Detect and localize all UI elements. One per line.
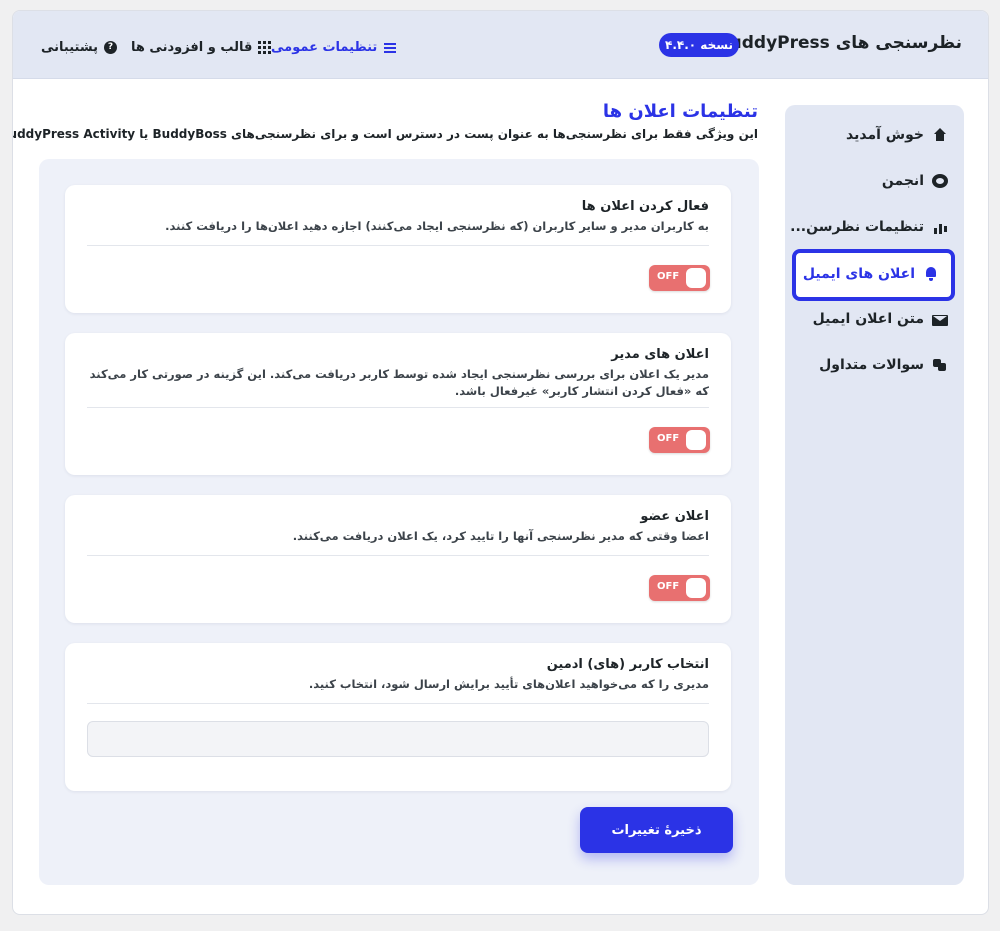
top-bar: نظرسنجی های BuddyPress نسخه ۴.۴.۰ تنظیما…: [13, 11, 988, 79]
sidebar-item-email-text[interactable]: متن اعلان ایمیل: [813, 308, 948, 330]
admin-users-select[interactable]: [87, 721, 709, 757]
sliders-icon: [383, 40, 397, 54]
divider: [87, 703, 709, 704]
card-title: اعلان های مدیر: [611, 347, 709, 362]
sidebar-item-label: انجمن: [881, 173, 924, 189]
toggle-knob: [686, 578, 706, 598]
nav-themes-addons-label: قالب و افزودنی ها: [131, 39, 253, 55]
sidebar: خوش آمدید انجمن تنظیمات نظرسن... اعلان ه…: [785, 105, 964, 885]
sidebar-item-email-notifications[interactable]: اعلان های ایمیل: [792, 249, 955, 301]
faq-icon: [932, 357, 948, 373]
card-description: مدیری را که می‌خواهید اعلان‌های تأیید بر…: [308, 677, 709, 691]
divider: [87, 245, 709, 246]
toggle-knob: [686, 430, 706, 450]
divider: [87, 407, 709, 408]
app-window: نظرسنجی های BuddyPress نسخه ۴.۴.۰ تنظیما…: [12, 10, 989, 915]
plugin-title: نظرسنجی های BuddyPress: [716, 33, 962, 53]
toggle-state-label: OFF: [657, 271, 680, 282]
sidebar-item-poll-settings[interactable]: تنظیمات نظرسن...: [790, 216, 948, 238]
enable-notifications-toggle[interactable]: OFF: [649, 265, 710, 291]
divider: [87, 555, 709, 556]
card-title: فعال کردن اعلان ها: [581, 199, 709, 214]
help-icon: ?: [103, 40, 117, 54]
nav-support[interactable]: ? پشتیبانی: [41, 37, 117, 57]
sidebar-item-label: تنظیمات نظرسن...: [790, 219, 924, 235]
page-description: این ویژگی فقط برای نظرسنجی‌ها به عنوان پ…: [13, 127, 758, 141]
settings-panel: فعال کردن اعلان ها به کاربران مدیر و سای…: [39, 159, 759, 885]
page-title: تنظیمات اعلان ها: [602, 101, 758, 122]
card-description: اعضا وقتی که مدیر نظرسنجی آنها را تایید …: [292, 529, 709, 543]
card-title: اعلان عضو: [640, 509, 709, 524]
sidebar-item-email-notifications-inner: اعلان های ایمیل: [803, 263, 939, 285]
card-enable-notifications: فعال کردن اعلان ها به کاربران مدیر و سای…: [65, 185, 731, 313]
nav-general-settings-label: تنظیمات عمومی: [271, 39, 378, 55]
nav-support-label: پشتیبانی: [41, 39, 98, 55]
sidebar-item-label: اعلان های ایمیل: [802, 266, 915, 282]
nav-themes-addons[interactable]: قالب و افزودنی ها: [131, 37, 272, 57]
card-member-notifications: اعلان عضو اعضا وقتی که مدیر نظرسنجی آنها…: [65, 495, 731, 623]
sidebar-item-label: خوش آمدید: [846, 127, 924, 143]
home-icon: [932, 127, 948, 143]
admin-notifications-toggle[interactable]: OFF: [649, 427, 710, 453]
sidebar-item-label: سوالات متداول: [819, 357, 924, 373]
mail-icon: [932, 314, 948, 326]
bell-icon: [923, 266, 939, 282]
chart-icon: [932, 219, 948, 235]
grid-icon: [258, 40, 272, 54]
member-notifications-toggle[interactable]: OFF: [649, 575, 710, 601]
card-admin-notifications: اعلان های مدیر مدیر یک اعلان برای بررسی …: [65, 333, 731, 475]
version-badge: نسخه ۴.۴.۰: [659, 33, 739, 57]
sidebar-item-faq[interactable]: سوالات متداول: [819, 354, 948, 376]
card-select-admin-users: انتخاب کاربر (های) ادمین مدیری را که می‌…: [65, 643, 731, 791]
card-description: به کاربران مدیر و سایر کاربران (که نظرسن…: [165, 219, 709, 233]
sidebar-item-label: متن اعلان ایمیل: [812, 311, 924, 327]
toggle-state-label: OFF: [657, 433, 680, 444]
toggle-state-label: OFF: [657, 581, 680, 592]
sidebar-item-welcome[interactable]: خوش آمدید: [846, 124, 948, 146]
toggle-knob: [686, 268, 706, 288]
card-title: انتخاب کاربر (های) ادمین: [546, 657, 709, 672]
save-changes-button[interactable]: ذخیرهٔ تغییرات: [580, 807, 733, 853]
sidebar-item-forum[interactable]: انجمن: [882, 170, 948, 192]
gear-icon: [932, 174, 948, 188]
nav-general-settings[interactable]: تنظیمات عمومی: [271, 37, 397, 57]
card-description: مدیر یک اعلان برای بررسی نظرسنجی ایجاد ش…: [89, 367, 709, 398]
